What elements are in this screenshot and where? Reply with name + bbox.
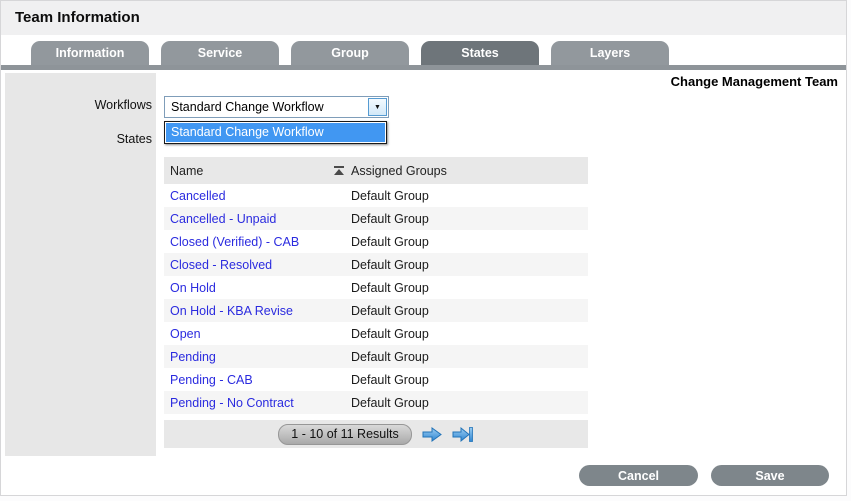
state-link[interactable]: Pending - CAB: [170, 373, 253, 387]
pagination-bar: 1 - 10 of 11 Results: [164, 420, 588, 448]
workflow-option[interactable]: Standard Change Workflow: [166, 123, 385, 142]
assigned-group-cell: Default Group: [351, 372, 429, 387]
tab-strip: Information Service Group States Layers: [1, 35, 846, 65]
chevron-down-icon[interactable]: ▼: [368, 98, 387, 116]
assigned-group-cell: Default Group: [351, 349, 429, 364]
table-row: Cancelled Default Group: [164, 184, 588, 207]
title-bar: Team Information: [1, 1, 846, 35]
tab-information[interactable]: Information: [31, 41, 149, 65]
table-row: Pending Default Group: [164, 345, 588, 368]
save-button[interactable]: Save: [711, 465, 829, 486]
state-name-cell: On Hold - KBA Revise: [164, 304, 351, 318]
assigned-group-cell: Default Group: [351, 326, 429, 341]
states-label: States: [116, 132, 152, 146]
state-name-cell: On Hold: [164, 281, 351, 295]
assigned-group-cell: Default Group: [351, 188, 429, 203]
state-name-cell: Closed (Verified) - CAB: [164, 235, 351, 249]
assigned-group-cell: Default Group: [351, 280, 429, 295]
state-name-cell: Pending: [164, 350, 351, 364]
table-row: On Hold Default Group: [164, 276, 588, 299]
table-row: Pending - No Contract Default Group: [164, 391, 588, 414]
state-link[interactable]: Pending: [170, 350, 216, 364]
state-link[interactable]: On Hold: [170, 281, 216, 295]
state-name-cell: Pending - CAB: [164, 373, 351, 387]
table-row: Open Default Group: [164, 322, 588, 345]
states-table: Name Assigned Groups Cancelled Default G…: [164, 157, 588, 414]
state-name-cell: Cancelled - Unpaid: [164, 212, 351, 226]
state-link[interactable]: Pending - No Contract: [170, 396, 294, 410]
table-body: Cancelled Default Group Cancelled - Unpa…: [164, 184, 588, 414]
table-row: Pending - CAB Default Group: [164, 368, 588, 391]
table-row: Closed (Verified) - CAB Default Group: [164, 230, 588, 253]
table-row: Cancelled - Unpaid Default Group: [164, 207, 588, 230]
left-label-panel: Workflows States: [5, 73, 156, 456]
assigned-group-cell: Default Group: [351, 234, 429, 249]
table-row: On Hold - KBA Revise Default Group: [164, 299, 588, 322]
name-column-label: Name: [170, 163, 204, 178]
results-count-badge: 1 - 10 of 11 Results: [278, 423, 412, 445]
team-name-label: Change Management Team: [670, 74, 838, 89]
assigned-group-cell: Default Group: [351, 211, 429, 226]
page-title: Team Information: [15, 9, 140, 26]
state-link[interactable]: Cancelled: [170, 189, 226, 203]
state-link[interactable]: On Hold - KBA Revise: [170, 304, 293, 318]
state-link[interactable]: Cancelled - Unpaid: [170, 212, 276, 226]
tab-underline-bar: [1, 65, 846, 70]
last-page-arrow-icon[interactable]: [452, 426, 474, 443]
state-link[interactable]: Closed (Verified) - CAB: [170, 235, 299, 249]
tab-states[interactable]: States: [421, 41, 539, 65]
table-header-row: Name Assigned Groups: [164, 157, 588, 184]
sort-ascending-icon[interactable]: [334, 166, 344, 175]
tab-group[interactable]: Group: [291, 41, 409, 65]
tab-layers[interactable]: Layers: [551, 41, 669, 65]
state-name-cell: Open: [164, 327, 351, 341]
state-link[interactable]: Closed - Resolved: [170, 258, 272, 272]
workflows-label: Workflows: [94, 98, 152, 112]
workflow-select[interactable]: Standard Change Workflow ▼: [164, 96, 389, 118]
workflow-select-value: Standard Change Workflow: [171, 100, 324, 114]
state-name-cell: Cancelled: [164, 189, 351, 203]
state-name-cell: Pending - No Contract: [164, 396, 351, 410]
table-row: Closed - Resolved Default Group: [164, 253, 588, 276]
next-page-arrow-icon[interactable]: [421, 426, 443, 443]
state-name-cell: Closed - Resolved: [164, 258, 351, 272]
column-header-name[interactable]: Name: [164, 164, 351, 178]
cancel-button[interactable]: Cancel: [579, 465, 698, 486]
assigned-group-cell: Default Group: [351, 257, 429, 272]
team-information-window: Team Information Information Service Group…: [0, 0, 847, 496]
assigned-group-cell: Default Group: [351, 395, 429, 410]
assigned-group-cell: Default Group: [351, 303, 429, 318]
state-link[interactable]: Open: [170, 327, 201, 341]
workflow-dropdown-list: Standard Change Workflow: [164, 121, 387, 144]
tab-service[interactable]: Service: [161, 41, 279, 65]
column-header-assigned-groups[interactable]: Assigned Groups: [351, 164, 588, 178]
